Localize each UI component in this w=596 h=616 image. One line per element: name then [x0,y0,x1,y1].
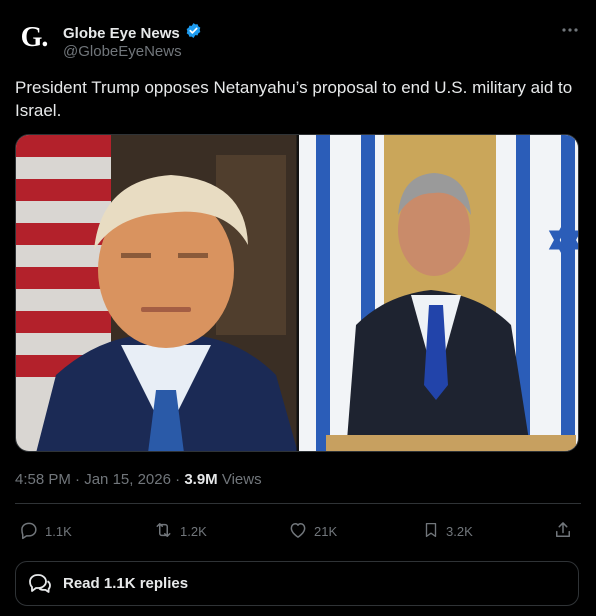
repost-count: 1.2K [180,523,207,539]
post-meta: 4:58 PM · Jan 15, 2026 · 3.9M Views [15,471,262,488]
views-label: Views [221,471,262,488]
heart-icon [288,520,308,543]
post-text: President Trump opposes Netanyahu’s prop… [15,78,573,120]
avatar[interactable]: G. [15,19,53,57]
like-count: 21K [314,523,338,539]
display-name[interactable]: Globe Eye News [63,25,180,42]
share-button[interactable] [553,514,573,548]
post-image-illustration [16,135,578,451]
post-header: G. Globe Eye News @GlobeEyeNews [0,0,596,70]
chat-bubbles-icon [27,572,53,596]
meta-separator: · [75,471,85,488]
post-time[interactable]: 4:58 PM [15,471,71,488]
post-date[interactable]: Jan 15, 2026 [84,471,171,488]
action-bar: 1.1K 1.2K 21K 3.2K [15,514,581,548]
repost-icon [153,520,174,543]
bookmark-count: 3.2K [446,523,473,539]
divider [15,503,581,504]
reply-icon [19,520,39,543]
repost-button[interactable]: 1.2K [153,514,207,548]
more-options-icon[interactable] [560,20,580,40]
post-image[interactable] [15,134,579,452]
bookmark-icon [422,520,440,543]
read-replies-label: Read 1.1K replies [63,575,189,592]
avatar-letter: G. [20,22,49,53]
reply-count: 1.1K [45,523,72,539]
share-icon [553,520,573,543]
views-count: 3.9M [184,471,218,488]
read-replies-button[interactable]: Read 1.1K replies [15,561,579,606]
verified-badge-icon [185,22,202,44]
meta-separator: · [175,471,185,488]
reply-button[interactable]: 1.1K [19,514,72,548]
like-button[interactable]: 21K [288,514,337,548]
bookmark-button[interactable]: 3.2K [422,514,473,548]
handle[interactable]: @GlobeEyeNews [63,43,182,60]
name-row: Globe Eye News [63,22,202,44]
